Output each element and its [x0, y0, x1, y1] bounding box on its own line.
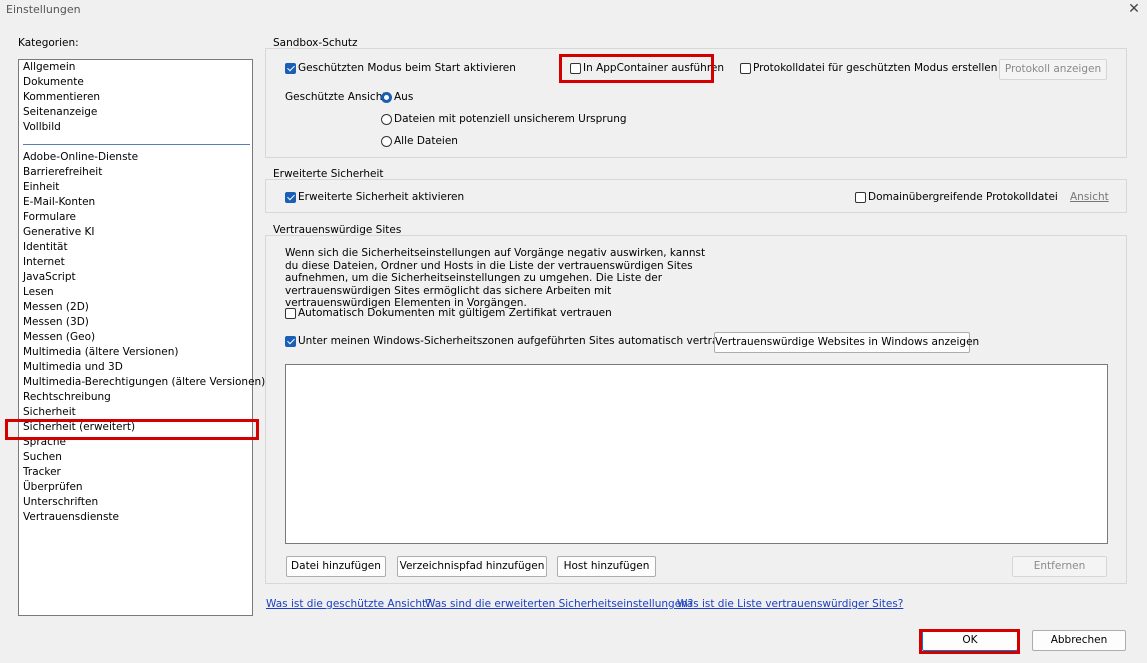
remove-button[interactable]: Entfernen: [1012, 556, 1107, 577]
category-item[interactable]: Kommentieren: [23, 90, 100, 105]
logfile-label[interactable]: Protokolldatei für geschützten Modus ers…: [753, 62, 997, 74]
category-item[interactable]: Einheit: [23, 180, 59, 195]
trusted-help-link[interactable]: Was ist die Liste vertrauenswürdiger Sit…: [677, 598, 903, 610]
logfile-checkbox[interactable]: [740, 63, 751, 74]
add-host-button[interactable]: Host hinzufügen: [557, 556, 656, 577]
category-item-selected[interactable]: Sicherheit (erweitert): [23, 420, 135, 435]
category-item[interactable]: Formulare: [23, 210, 76, 225]
enhanced-security-checkbox[interactable]: [285, 192, 296, 203]
category-item[interactable]: Messen (Geo): [23, 330, 95, 345]
category-item[interactable]: Internet: [23, 255, 65, 270]
category-item[interactable]: Sprache: [23, 435, 66, 450]
category-item[interactable]: JavaScript: [23, 270, 76, 285]
category-item[interactable]: Rechtschreibung: [23, 390, 111, 405]
cancel-button[interactable]: Abbrechen: [1032, 630, 1126, 651]
auto-cert-label[interactable]: Automatisch Dokumenten mit gültigem Zert…: [298, 307, 612, 319]
category-item[interactable]: Unterschriften: [23, 495, 98, 510]
crossdomain-checkbox[interactable]: [855, 192, 866, 203]
category-item[interactable]: Multimedia-Berechtigungen (ältere Versio…: [23, 375, 265, 390]
auto-cert-checkbox[interactable]: [285, 308, 296, 319]
category-item[interactable]: Suchen: [23, 450, 62, 465]
category-item[interactable]: Multimedia (ältere Versionen): [23, 345, 178, 360]
enhanced-help-link[interactable]: Was sind die erweiterten Sicherheitseins…: [425, 598, 693, 610]
category-item[interactable]: Barrierefreiheit: [23, 165, 102, 180]
category-item[interactable]: Lesen: [23, 285, 54, 300]
categories-label: Kategorien:: [18, 37, 79, 49]
protected-mode-checkbox[interactable]: [285, 63, 296, 74]
win-zones-label[interactable]: Unter meinen Windows-Sicherheitszonen au…: [298, 335, 738, 347]
category-item[interactable]: E-Mail-Konten: [23, 195, 95, 210]
close-icon[interactable]: ✕: [1126, 1, 1142, 17]
category-item[interactable]: Tracker: [23, 465, 61, 480]
category-item[interactable]: Vollbild: [23, 120, 61, 135]
category-item[interactable]: Multimedia und 3D: [23, 360, 123, 375]
category-separator: [23, 144, 250, 145]
category-item[interactable]: Sicherheit: [23, 405, 76, 420]
trusted-sites-list[interactable]: [285, 364, 1108, 544]
add-file-button[interactable]: Datei hinzufügen: [286, 556, 386, 577]
sandbox-title: Sandbox-Schutz: [273, 37, 358, 49]
category-list[interactable]: Allgemein Dokumente Kommentieren Seitena…: [18, 59, 265, 616]
radio-off-label[interactable]: Aus: [394, 91, 413, 103]
radio-all-files-label[interactable]: Alle Dateien: [394, 135, 458, 147]
crossdomain-label[interactable]: Domainübergreifende Protokolldatei: [868, 191, 1058, 203]
radio-all-files[interactable]: [381, 136, 392, 147]
view-log-link[interactable]: Ansicht: [1070, 191, 1109, 203]
add-folder-button[interactable]: Verzeichnispfad hinzufügen: [397, 556, 547, 577]
window-title: Einstellungen: [6, 3, 81, 16]
protected-view-help-link[interactable]: Was ist die geschützte Ansicht?: [266, 598, 432, 610]
win-zones-checkbox[interactable]: [285, 336, 296, 347]
enhanced-title: Erweiterte Sicherheit: [273, 168, 384, 180]
ok-button[interactable]: OK: [922, 630, 1018, 651]
category-item[interactable]: Dokumente: [23, 75, 84, 90]
radio-unsafe-origin-label[interactable]: Dateien mit potenziell unsicherem Urspru…: [394, 113, 627, 125]
category-item[interactable]: Adobe-Online-Dienste: [23, 150, 138, 165]
category-item[interactable]: Überprüfen: [23, 480, 83, 495]
category-item[interactable]: Seitenanzeige: [23, 105, 97, 120]
appcontainer-label[interactable]: In AppContainer ausführen: [583, 62, 724, 74]
category-item[interactable]: Messen (2D): [23, 300, 89, 315]
category-item[interactable]: Messen (3D): [23, 315, 89, 330]
radio-off[interactable]: [381, 92, 392, 103]
category-item[interactable]: Identität: [23, 240, 68, 255]
category-item[interactable]: Generative KI: [23, 225, 95, 240]
enhanced-security-label[interactable]: Erweiterte Sicherheit aktivieren: [298, 191, 464, 203]
category-item[interactable]: Allgemein: [23, 60, 75, 75]
appcontainer-checkbox[interactable]: [570, 63, 581, 74]
protected-view-label: Geschützte Ansicht: [285, 91, 387, 103]
show-windows-sites-button[interactable]: Vertrauenswürdige Websites in Windows an…: [714, 332, 979, 353]
trusted-title: Vertrauenswürdige Sites: [273, 224, 402, 236]
protected-mode-label[interactable]: Geschützten Modus beim Start aktivieren: [298, 62, 516, 74]
radio-unsafe-origin[interactable]: [381, 114, 392, 125]
category-item[interactable]: Vertrauensdienste: [23, 510, 119, 525]
show-log-button[interactable]: Protokoll anzeigen: [999, 59, 1107, 80]
trusted-description: Wenn sich die Sicherheitseinstellungen a…: [285, 247, 706, 309]
